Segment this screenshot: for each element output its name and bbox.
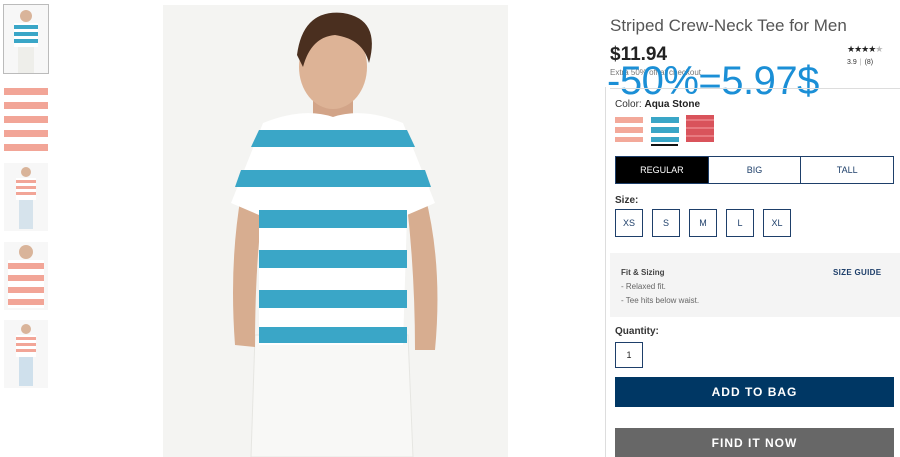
fit-tabs: REGULAR BIG TALL [615,156,894,184]
main-product-image[interactable] [163,5,508,457]
rating-stars[interactable]: ★★★★★ [847,44,883,55]
find-it-now-button[interactable]: FIND IT NOW [615,428,894,457]
size-guide-link[interactable]: SIZE GUIDE [833,268,881,277]
rating-value: 3.9 [847,59,857,66]
quantity-label: Quantity: [615,326,659,337]
color-label-prefix: Color: [615,99,642,110]
rating-separator: | [859,59,862,66]
add-to-bag-button[interactable]: ADD TO BAG [615,377,894,407]
size-l-button[interactable]: L [726,209,754,237]
tab-regular[interactable]: REGULAR [616,157,708,183]
rating-summary[interactable]: 3.9 | (8) [847,59,873,66]
thumbnail-coral-closeup[interactable] [4,84,48,152]
promo-overlay-text: -50%=5.97$ [607,59,819,103]
size-xl-button[interactable]: XL [763,209,791,237]
tab-big[interactable]: BIG [707,157,801,183]
size-label: Size: [615,195,639,206]
stars-filled: ★★★★ [847,44,876,54]
size-s-button[interactable]: S [652,209,680,237]
quantity-input[interactable]: 1 [615,342,643,368]
selected-swatch-underline [651,144,678,146]
selected-color-name: Aqua Stone [644,99,701,110]
thumbnail-aqua-front[interactable] [3,4,49,74]
swatch-red[interactable] [686,115,714,142]
fit-line-2: - Tee hits below waist. [621,296,700,305]
color-label: Color: Aqua Stone [615,99,700,110]
stars-empty: ★ [875,44,883,54]
size-xs-button[interactable]: XS [615,209,643,237]
review-count: (8) [864,59,874,66]
product-title: Striped Crew-Neck Tee for Men [610,16,847,35]
thumbnail-coral-full-2[interactable] [4,320,48,388]
divider [610,88,900,89]
panel-divider [605,87,606,457]
thumbnail-coral-full[interactable] [4,163,48,231]
thumbnail-coral-detail[interactable] [4,242,48,310]
swatch-coral[interactable] [615,115,643,142]
tab-tall[interactable]: TALL [800,157,893,183]
swatch-aqua-stone[interactable] [651,115,679,142]
size-m-button[interactable]: M [689,209,717,237]
fit-line-1: - Relaxed fit. [621,282,666,291]
fit-sizing-title: Fit & Sizing [621,268,665,277]
